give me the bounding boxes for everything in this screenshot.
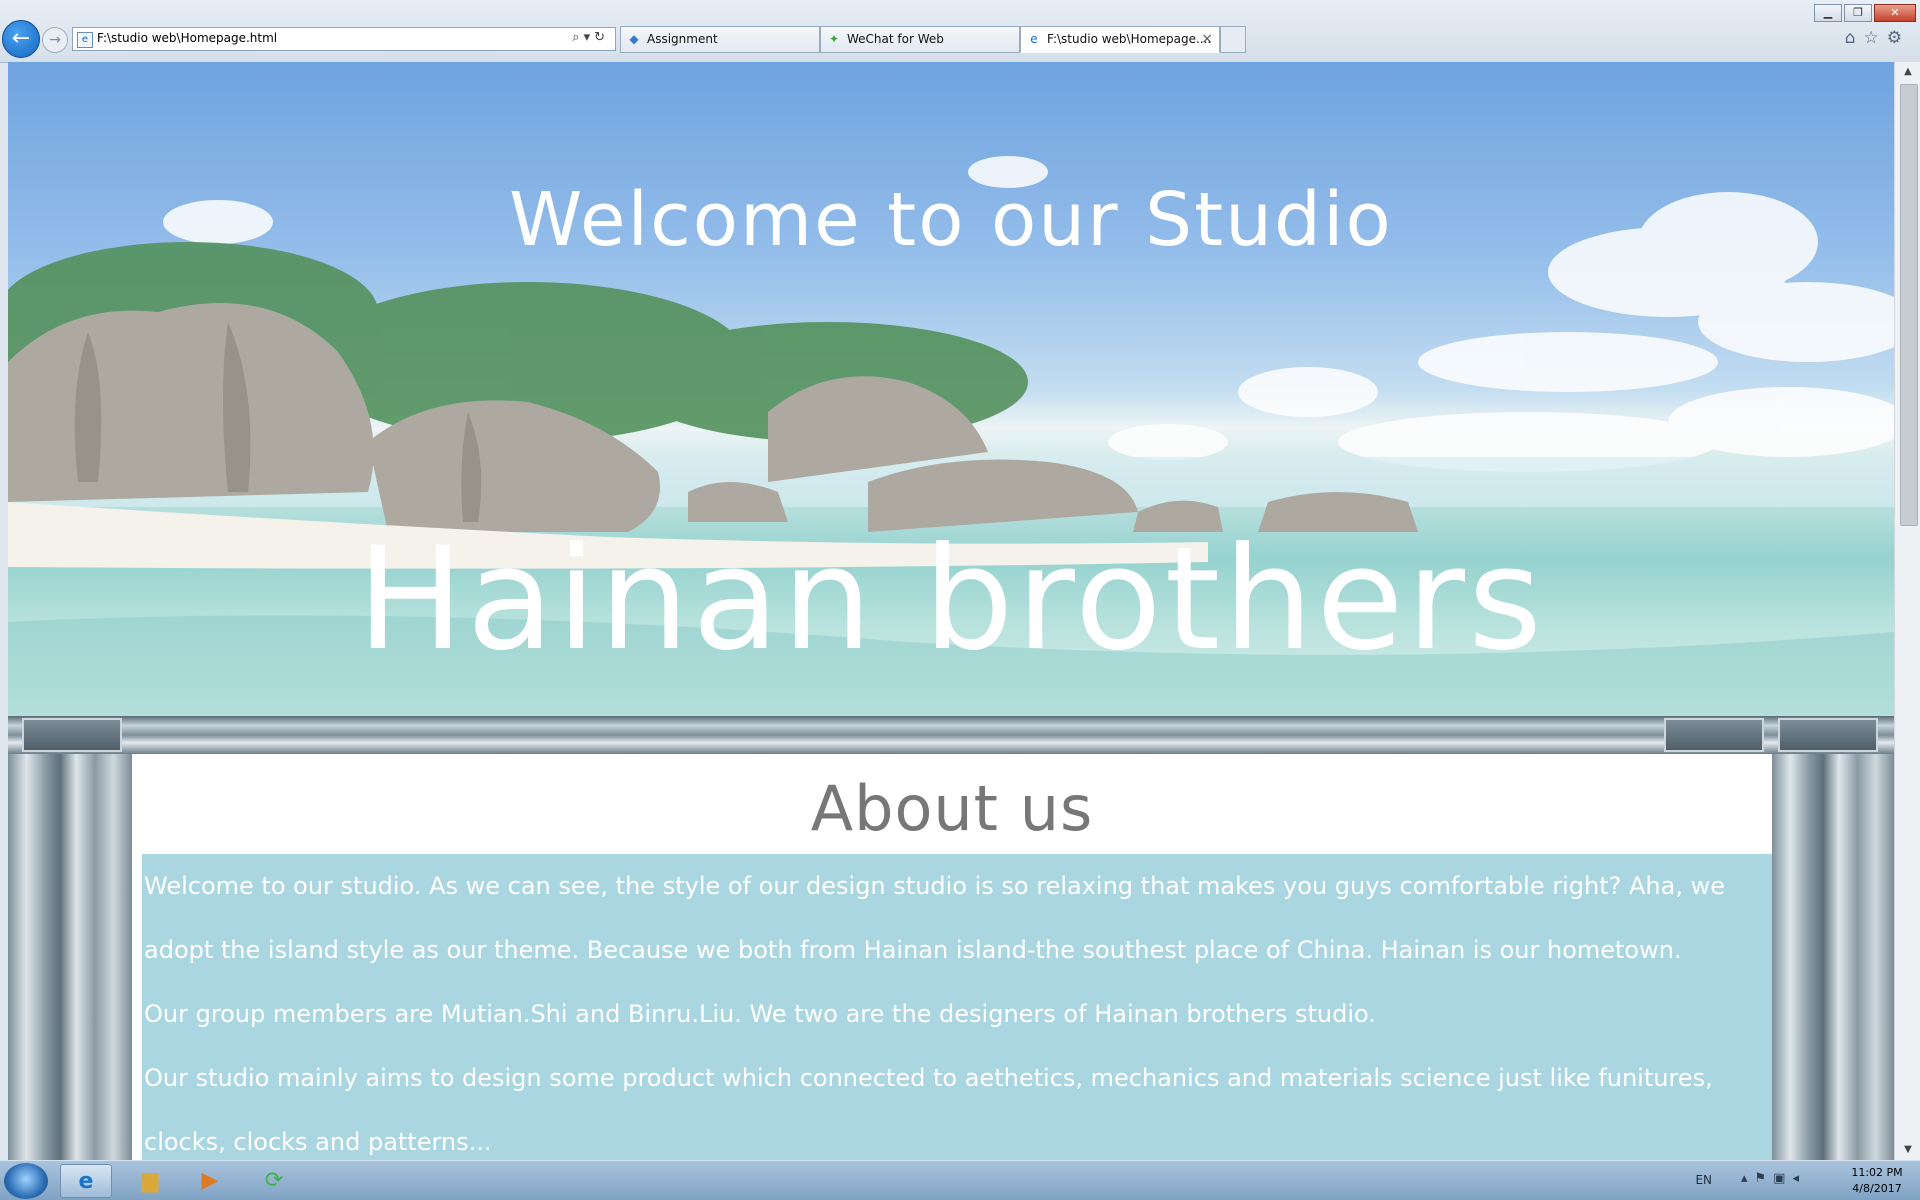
about-paragraph-line: Welcome to our studio. As we can see, th… (144, 872, 1725, 900)
forward-arrow-icon: → (49, 32, 61, 48)
back-arrow-icon: ← (11, 26, 31, 51)
start-button[interactable] (4, 1163, 48, 1199)
clock-date: 4/8/2017 (1852, 1182, 1902, 1195)
right-pillar (1772, 754, 1894, 1160)
page-viewport: Welcome to our Studio Hainan brothers Ab… (8, 62, 1894, 1160)
address-url[interactable]: F:\studio web\Homepage.html (97, 31, 277, 45)
hero-banner: Welcome to our Studio Hainan brothers (8, 62, 1894, 716)
minimize-button[interactable]: ▁ (1814, 4, 1842, 22)
about-paragraph-line: Our studio mainly aims to design some pr… (144, 1064, 1713, 1092)
tab-wechat[interactable]: ✦ WeChat for Web (820, 26, 1020, 53)
tab-label: F:\studio web\Homepage.... (1047, 32, 1212, 46)
vertical-scrollbar[interactable]: ▲ ▼ (1894, 62, 1920, 1160)
about-paragraph-line: adopt the island style as our theme. Bec… (144, 936, 1682, 964)
browser-toolbar-icons[interactable]: ⌂☆⚙ (1845, 28, 1910, 48)
new-tab-button[interactable] (1220, 26, 1246, 53)
tab-label: Assignment (647, 32, 718, 46)
ie-page-icon: e (77, 32, 93, 48)
browser-chrome: ▁ ❐ ✕ ← → e F:\studio web\Homepage.html ⌕▾… (0, 0, 1920, 63)
about-paragraph-line: Our group members are Mutian.Shi and Bin… (144, 1000, 1376, 1028)
address-bar[interactable]: e F:\studio web\Homepage.html ⌕▾↻ (72, 27, 616, 51)
scroll-thumb[interactable] (1900, 84, 1918, 526)
about-paragraph-line: clocks, clocks and patterns... (144, 1128, 492, 1156)
refresh-app-icon[interactable]: ⟳ (248, 1164, 300, 1198)
left-pillar (8, 754, 132, 1160)
internet-explorer-icon[interactable]: e (60, 1164, 112, 1198)
close-window-button[interactable]: ✕ (1874, 4, 1916, 22)
wechat-icon: ✦ (828, 32, 840, 46)
cube-icon: ◆ (629, 32, 639, 46)
forward-button[interactable]: → (42, 27, 68, 53)
about-us-heading: About us (810, 772, 1094, 845)
back-button[interactable]: ← (2, 20, 40, 58)
frame-block (22, 718, 122, 752)
tray-icons[interactable]: ▴⚑▣◂ (1741, 1171, 1806, 1186)
language-indicator[interactable]: EN (1695, 1173, 1712, 1187)
frame-block (1778, 718, 1878, 752)
window-controls: ▁ ❐ ✕ (1812, 1, 1916, 22)
close-tab-icon[interactable]: × (1201, 27, 1213, 52)
about-section: About us Welcome to our studio. As we ca… (132, 754, 1772, 1160)
media-player-icon[interactable]: ▶ (184, 1164, 236, 1198)
address-tools[interactable]: ⌕▾↻ (572, 30, 609, 45)
metal-frame-bar (8, 716, 1894, 754)
ie-page-icon: e (1030, 32, 1038, 46)
scroll-up-icon[interactable]: ▲ (1895, 62, 1920, 82)
about-text-box: Welcome to our studio. As we can see, th… (142, 854, 1772, 1160)
restore-button[interactable]: ❐ (1844, 4, 1872, 22)
studio-name-heading: Hainan brothers (356, 517, 1546, 682)
tab-assignment[interactable]: ◆ Assignment (620, 26, 820, 53)
taskbar: e ▆ ▶ ⟳ EN ▴⚑▣◂ 11:02 PM 4/8/2017 (0, 1160, 1920, 1200)
tab-label: WeChat for Web (847, 32, 944, 46)
welcome-heading: Welcome to our Studio (509, 177, 1393, 263)
tab-homepage[interactable]: e F:\studio web\Homepage.... × (1020, 26, 1220, 53)
clock-time: 11:02 PM (1851, 1166, 1903, 1179)
clock[interactable]: 11:02 PM 4/8/2017 (1842, 1165, 1912, 1197)
file-explorer-icon[interactable]: ▆ (124, 1164, 176, 1198)
scroll-down-icon[interactable]: ▼ (1895, 1140, 1920, 1160)
frame-block (1664, 718, 1764, 752)
